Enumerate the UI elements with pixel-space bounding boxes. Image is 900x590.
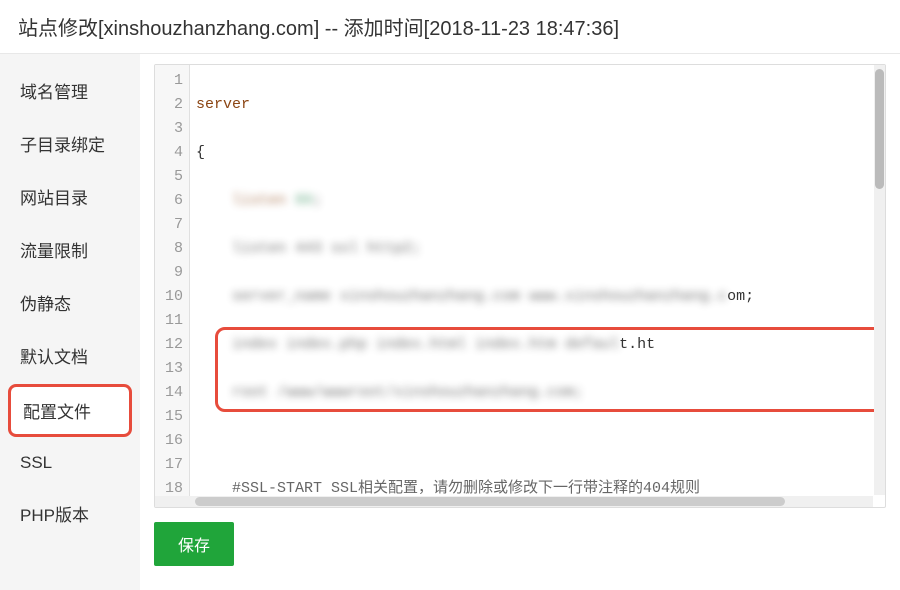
code-token: 80 <box>295 192 313 209</box>
code-token: server <box>196 96 250 113</box>
vertical-scrollbar[interactable] <box>874 65 885 495</box>
horizontal-scroll-thumb[interactable] <box>195 497 785 506</box>
sidebar-item-traffic[interactable]: 流量限制 <box>0 223 140 276</box>
sidebar: 域名管理 子目录绑定 网站目录 流量限制 伪静态 默认文档 配置文件 SSL P… <box>0 54 140 590</box>
line-gutter: 123456789101112131415161718 <box>155 65 190 507</box>
code-content[interactable]: server { listen 80; listen 443 ssl http2… <box>190 65 885 507</box>
code-token: { <box>196 141 879 165</box>
sidebar-item-static[interactable]: 伪静态 <box>0 276 140 329</box>
code-token: om; <box>727 288 754 305</box>
sidebar-item-domain[interactable]: 域名管理 <box>0 64 140 117</box>
vertical-scroll-thumb[interactable] <box>875 69 884 189</box>
sidebar-item-webdir[interactable]: 网站目录 <box>0 170 140 223</box>
code-token: listen <box>232 192 286 209</box>
footer: 保存 <box>154 508 886 580</box>
sidebar-item-defaultdoc[interactable]: 默认文档 <box>0 329 140 382</box>
sidebar-item-config[interactable]: 配置文件 <box>8 384 132 437</box>
sidebar-item-phpver[interactable]: PHP版本 <box>0 487 140 540</box>
code-token: ; <box>313 192 322 209</box>
sidebar-item-ssl[interactable]: SSL <box>0 439 140 487</box>
code-token: t.ht <box>619 336 655 353</box>
content-area: 123456789101112131415161718 server { lis… <box>140 54 900 590</box>
code-editor[interactable]: 123456789101112131415161718 server { lis… <box>154 64 886 508</box>
page-title: 站点修改[xinshouzhanzhang.com] -- 添加时间[2018-… <box>0 0 900 54</box>
horizontal-scrollbar[interactable] <box>155 496 873 507</box>
save-button[interactable]: 保存 <box>154 522 234 566</box>
sidebar-item-subdir[interactable]: 子目录绑定 <box>0 117 140 170</box>
code-comment: #SSL-START SSL相关配置，请勿删除或修改下一行带注释的404规则 <box>232 480 700 497</box>
main-layout: 域名管理 子目录绑定 网站目录 流量限制 伪静态 默认文档 配置文件 SSL P… <box>0 54 900 590</box>
